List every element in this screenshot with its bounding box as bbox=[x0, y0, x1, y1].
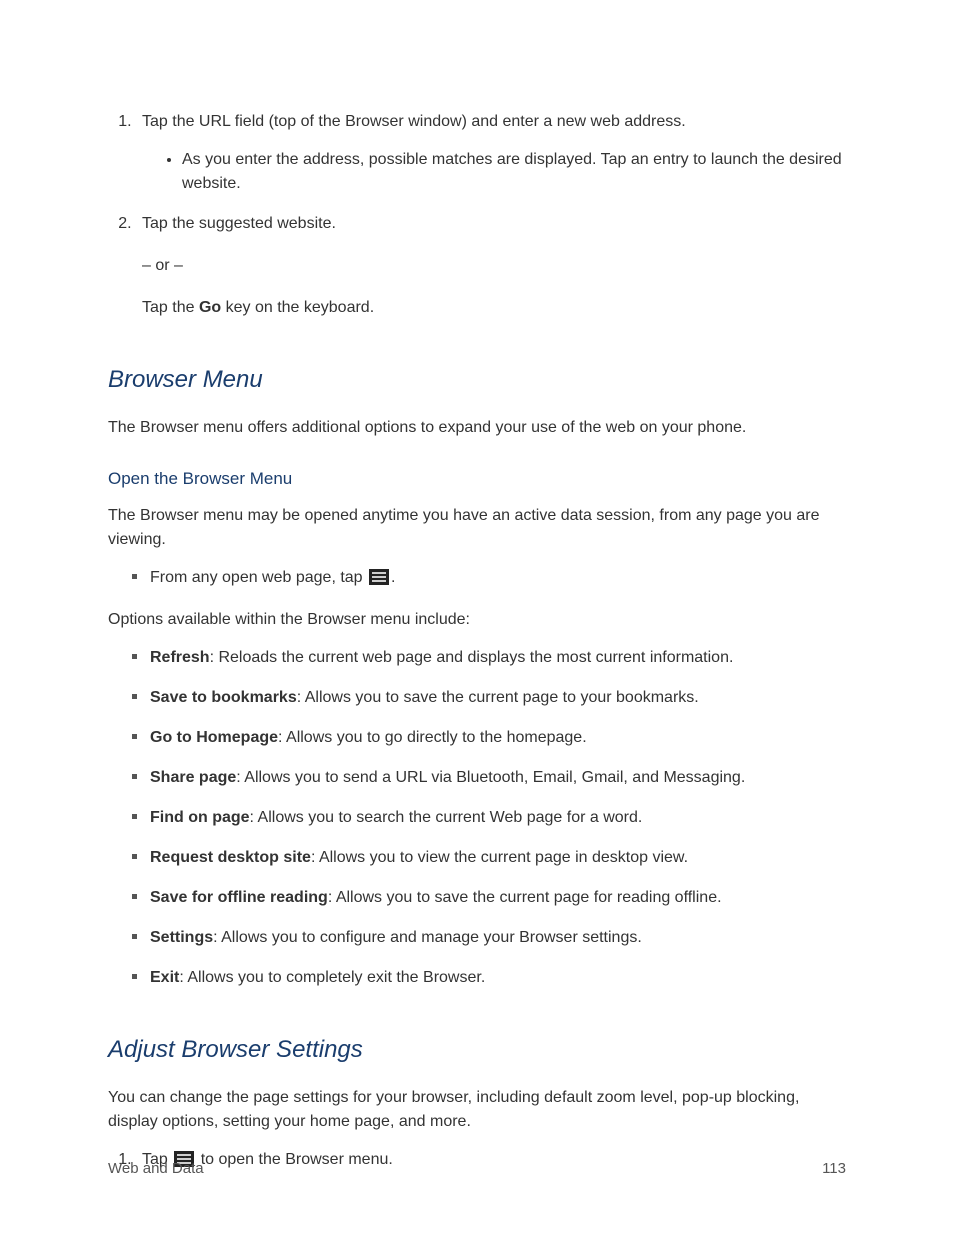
open-instruction-suffix: . bbox=[391, 569, 395, 586]
option-go-homepage: Go to Homepage: Allows you to go directl… bbox=[136, 726, 846, 750]
footer-section-label: Web and Data bbox=[108, 1160, 204, 1177]
step-2-alt-suffix: key on the keyboard. bbox=[221, 299, 374, 316]
option-label: Exit bbox=[150, 969, 179, 986]
go-key-label: Go bbox=[199, 299, 221, 316]
step-2-alt-prefix: Tap the bbox=[142, 299, 199, 316]
browser-menu-intro: The Browser menu offers additional optio… bbox=[108, 416, 846, 440]
step-2: Tap the suggested website. bbox=[136, 212, 846, 236]
option-label: Share page bbox=[150, 769, 236, 786]
footer-page-number: 113 bbox=[822, 1160, 846, 1177]
open-instruction-item: From any open web page, tap . bbox=[136, 566, 846, 590]
option-save-bookmarks: Save to bookmarks: Allows you to save th… bbox=[136, 686, 846, 710]
browser-options-list: Refresh: Reloads the current web page an… bbox=[108, 646, 846, 990]
adjust-browser-settings-intro: You can change the page settings for you… bbox=[108, 1086, 846, 1134]
option-label: Find on page bbox=[150, 809, 250, 826]
document-page: Tap the URL field (top of the Browser wi… bbox=[0, 0, 954, 1235]
option-desc: : Allows you to send a URL via Bluetooth… bbox=[236, 769, 745, 786]
step-1: Tap the URL field (top of the Browser wi… bbox=[136, 110, 846, 196]
option-exit: Exit: Allows you to completely exit the … bbox=[136, 966, 846, 990]
document-content: Tap the URL field (top of the Browser wi… bbox=[108, 110, 846, 1172]
menu-icon bbox=[369, 569, 389, 585]
option-desc: : Allows you to save the current page fo… bbox=[328, 889, 722, 906]
option-label: Refresh bbox=[150, 649, 210, 666]
option-label: Go to Homepage bbox=[150, 729, 278, 746]
option-desc: : Reloads the current web page and displ… bbox=[210, 649, 734, 666]
option-label: Save for offline reading bbox=[150, 889, 328, 906]
option-share-page: Share page: Allows you to send a URL via… bbox=[136, 766, 846, 790]
step-2-alternative: Tap the Go key on the keyboard. bbox=[142, 296, 846, 320]
option-desc: : Allows you to completely exit the Brow… bbox=[179, 969, 485, 986]
step-1-text: Tap the URL field (top of the Browser wi… bbox=[142, 113, 686, 130]
option-desc: : Allows you to search the current Web p… bbox=[250, 809, 643, 826]
open-browser-menu-heading: Open the Browser Menu bbox=[108, 466, 846, 492]
option-label: Settings bbox=[150, 929, 213, 946]
option-save-offline: Save for offline reading: Allows you to … bbox=[136, 886, 846, 910]
option-find-on-page: Find on page: Allows you to search the c… bbox=[136, 806, 846, 830]
open-instruction-list: From any open web page, tap . bbox=[108, 566, 846, 590]
browser-menu-heading: Browser Menu bbox=[108, 362, 846, 398]
step-1-sublist: As you enter the address, possible match… bbox=[142, 148, 846, 196]
option-label: Save to bookmarks bbox=[150, 689, 297, 706]
option-desc: : Allows you to go directly to the homep… bbox=[278, 729, 587, 746]
option-request-desktop: Request desktop site: Allows you to view… bbox=[136, 846, 846, 870]
open-instruction-prefix: From any open web page, tap bbox=[150, 569, 367, 586]
option-desc: : Allows you to view the current page in… bbox=[311, 849, 688, 866]
option-label: Request desktop site bbox=[150, 849, 311, 866]
option-desc: : Allows you to save the current page to… bbox=[297, 689, 699, 706]
options-intro: Options available within the Browser men… bbox=[108, 608, 846, 632]
open-browser-menu-intro: The Browser menu may be opened anytime y… bbox=[108, 504, 846, 552]
option-refresh: Refresh: Reloads the current web page an… bbox=[136, 646, 846, 670]
page-footer: Web and Data 113 bbox=[108, 1160, 846, 1177]
step-2-text: Tap the suggested website. bbox=[142, 215, 336, 232]
top-steps-list: Tap the URL field (top of the Browser wi… bbox=[108, 110, 846, 236]
step-1-subitem: As you enter the address, possible match… bbox=[182, 148, 846, 196]
adjust-browser-settings-heading: Adjust Browser Settings bbox=[108, 1032, 846, 1068]
or-separator: – or – bbox=[142, 254, 846, 278]
option-desc: : Allows you to configure and manage you… bbox=[213, 929, 642, 946]
option-settings: Settings: Allows you to configure and ma… bbox=[136, 926, 846, 950]
